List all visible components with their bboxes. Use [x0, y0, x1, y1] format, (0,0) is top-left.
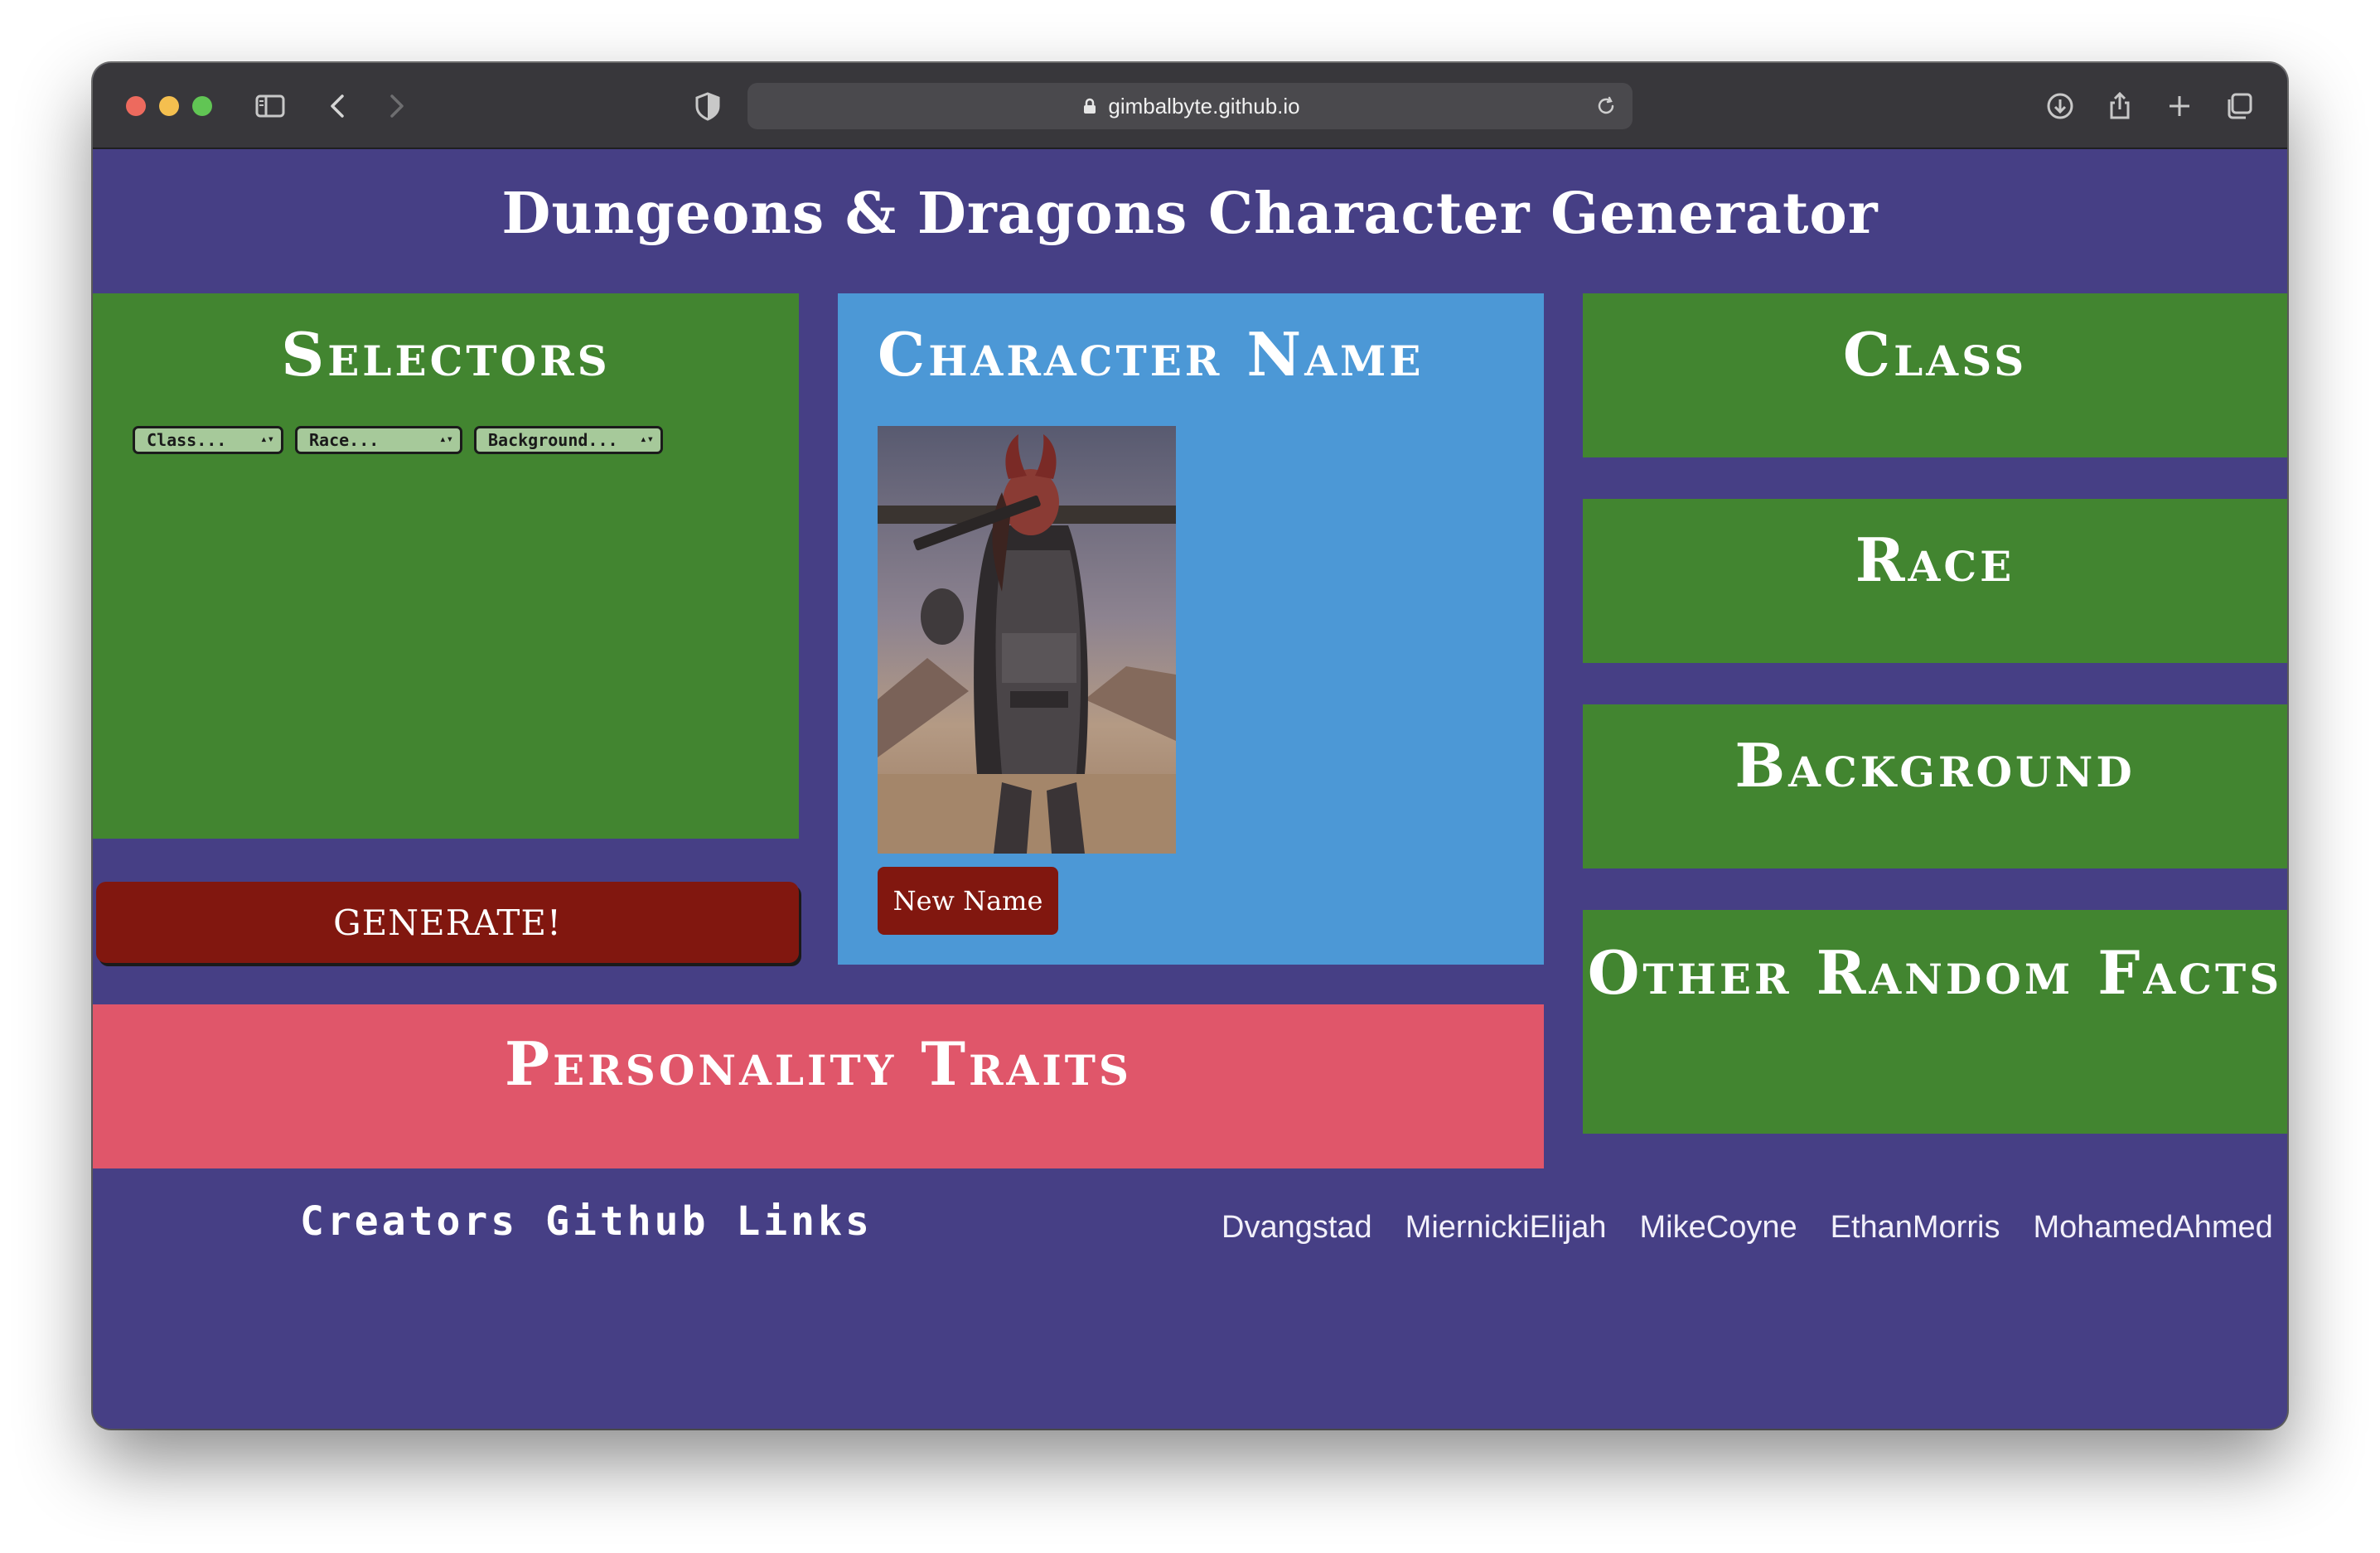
browser-window: gimbalbyte.github.io Dungeons & Dragons … — [93, 63, 2287, 1429]
selectors-heading: Selectors — [281, 319, 611, 389]
tabs-overview-icon[interactable] — [2219, 86, 2259, 126]
personality-traits-panel: Personality Traits — [93, 1004, 1544, 1168]
generate-button[interactable]: GENERATE! — [96, 882, 799, 963]
page-content: Dungeons & Dragons Character Generator S… — [93, 149, 2287, 1429]
plus-icon[interactable] — [2160, 86, 2199, 126]
shield-icon[interactable] — [688, 86, 728, 126]
minimize-window-button[interactable] — [159, 96, 179, 116]
class-panel: Class — [1583, 293, 2287, 457]
creator-link[interactable]: EthanMorris — [1831, 1210, 2000, 1246]
select-arrows-icon: ▴▾ — [439, 433, 453, 447]
creator-link[interactable]: MikeCoyne — [1640, 1210, 1797, 1246]
selector-row: Class... ▴▾ Race... ▴▾ Background... ▴▾ — [133, 426, 663, 454]
background-select[interactable]: Background... ▴▾ — [474, 426, 663, 454]
page-title: Dungeons & Dragons Character Generator — [501, 181, 1879, 247]
race-select-label: Race... — [309, 430, 380, 450]
selectors-panel: Selectors Class... ▴▾ Race... ▴▾ Backgro… — [93, 293, 799, 839]
browser-toolbar: gimbalbyte.github.io — [93, 63, 2287, 149]
character-name-panel: Character Name New Name — [838, 293, 1544, 965]
other-facts-panel: Other Random Facts — [1583, 910, 2287, 1134]
creator-links: Dvangstad MiernickiElijah MikeCoyne Etha… — [1221, 1210, 2273, 1246]
creators-label: Creators Github Links — [300, 1198, 873, 1245]
creator-link[interactable]: MiernickiElijah — [1405, 1210, 1607, 1246]
new-name-button[interactable]: New Name — [878, 867, 1058, 935]
chevron-left-icon[interactable] — [318, 86, 358, 126]
character-portrait — [878, 426, 1176, 854]
background-panel: Background — [1583, 704, 2287, 868]
class-select-label: Class... — [147, 430, 227, 450]
lock-icon — [1080, 96, 1100, 116]
share-icon[interactable] — [2100, 86, 2140, 126]
select-arrows-icon: ▴▾ — [640, 433, 654, 447]
class-select[interactable]: Class... ▴▾ — [133, 426, 283, 454]
zoom-window-button[interactable] — [192, 96, 212, 116]
background-select-label: Background... — [488, 430, 618, 450]
select-arrows-icon: ▴▾ — [260, 433, 274, 447]
close-window-button[interactable] — [126, 96, 146, 116]
reload-icon[interactable] — [1593, 93, 1619, 119]
url-text: gimbalbyte.github.io — [1108, 93, 1300, 119]
character-name-heading: Character Name — [878, 319, 1425, 389]
creator-link[interactable]: Dvangstad — [1221, 1210, 1372, 1246]
personality-traits-heading: Personality Traits — [504, 1028, 1133, 1099]
race-panel: Race — [1583, 499, 2287, 663]
class-heading: Class — [1842, 319, 2028, 389]
creator-link[interactable]: MohamedAhmed — [2033, 1210, 2272, 1246]
other-facts-heading: Other Random Facts — [1587, 937, 2283, 1008]
chevron-right-icon[interactable] — [376, 86, 416, 126]
download-icon[interactable] — [2040, 86, 2080, 126]
race-select[interactable]: Race... ▴▾ — [295, 426, 462, 454]
race-heading: Race — [1855, 525, 2015, 595]
address-bar[interactable]: gimbalbyte.github.io — [747, 83, 1633, 129]
sidebar-icon[interactable] — [250, 86, 290, 126]
background-heading: Background — [1734, 730, 2136, 801]
